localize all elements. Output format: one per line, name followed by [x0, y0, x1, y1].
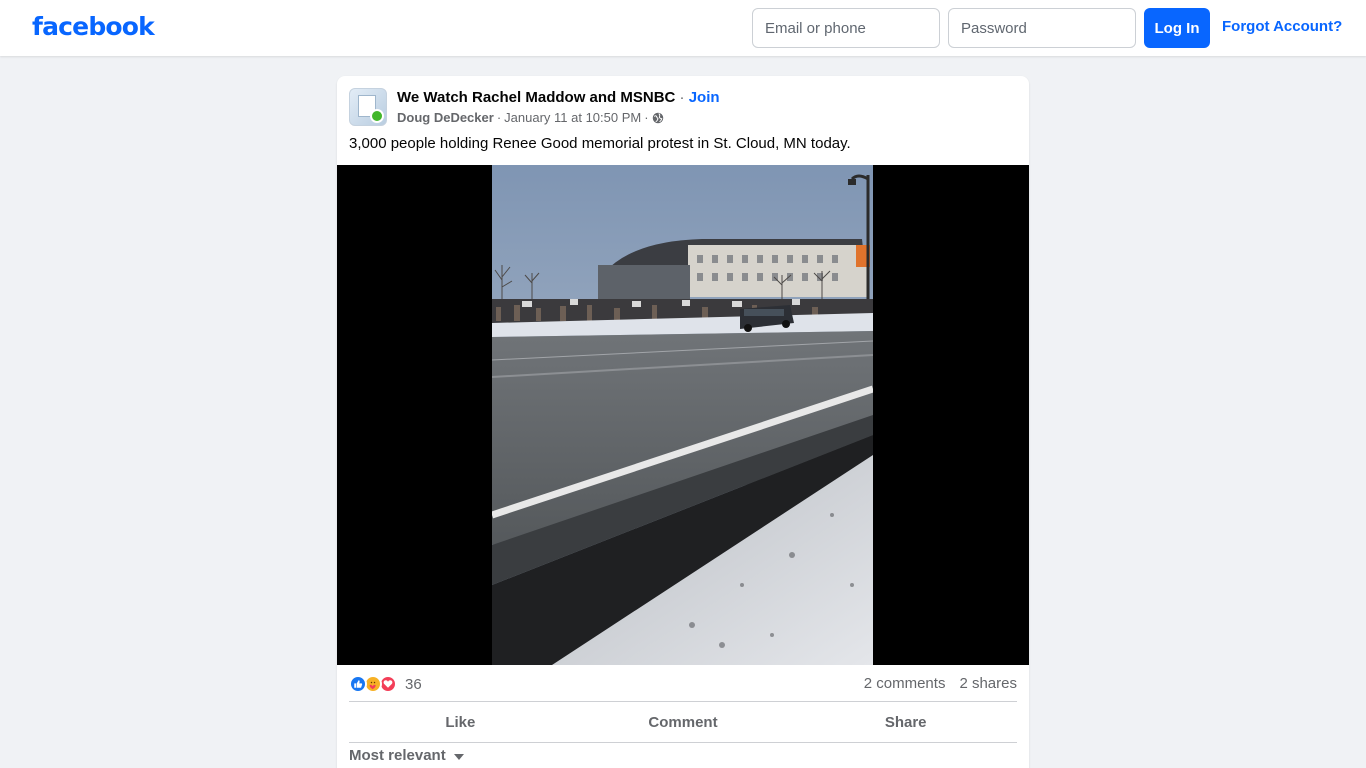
- like-button[interactable]: Like: [349, 703, 572, 741]
- comment-button[interactable]: Comment: [572, 703, 795, 741]
- share-button[interactable]: Share: [794, 703, 1017, 741]
- post-timestamp[interactable]: January 11 at 10:50 PM: [504, 110, 641, 125]
- avatar-badge-icon: [370, 109, 384, 123]
- reaction-summary[interactable]: 36: [349, 673, 422, 695]
- join-group-link[interactable]: Join: [689, 89, 720, 106]
- divider: [349, 701, 1017, 702]
- video-player[interactable]: [337, 165, 1029, 665]
- password-input[interactable]: [948, 8, 1136, 48]
- facebook-logo[interactable]: facebook: [32, 12, 155, 41]
- video-frame: [492, 165, 873, 665]
- like-reaction-icon: [349, 675, 367, 693]
- globe-icon: [652, 112, 663, 123]
- reaction-count: 36: [405, 675, 422, 693]
- post-action-bar: Like Comment Share: [349, 703, 1017, 741]
- shares-count-link[interactable]: 2 shares: [959, 675, 1017, 692]
- caret-down-icon: [453, 754, 464, 760]
- email-input[interactable]: [752, 8, 940, 48]
- forgot-account-link[interactable]: Forgot Account?: [1222, 18, 1342, 35]
- top-navigation-bar: facebook Log In Forgot Account?: [0, 0, 1366, 56]
- group-name-link[interactable]: We Watch Rachel Maddow and MSNBC: [397, 89, 675, 106]
- author-link[interactable]: Doug DeDecker: [397, 110, 494, 125]
- post-stats: 2 comments 2 shares: [864, 675, 1017, 692]
- comments-count-link[interactable]: 2 comments: [864, 675, 946, 692]
- post-header: We Watch Rachel Maddow and MSNBC · Join: [397, 89, 720, 106]
- login-button[interactable]: Log In: [1144, 8, 1210, 48]
- separator-dot: ·: [644, 110, 649, 125]
- sort-label: Most relevant: [349, 747, 446, 764]
- post-meta: Doug DeDecker · January 11 at 10:50 PM ·: [397, 110, 664, 125]
- separator-dot: ·: [496, 110, 502, 125]
- group-avatar[interactable]: [349, 88, 387, 126]
- post-card: We Watch Rachel Maddow and MSNBC · Join …: [337, 76, 1029, 768]
- comment-sort-dropdown[interactable]: Most relevant: [349, 747, 464, 764]
- divider: [349, 742, 1017, 743]
- separator-dot: ·: [675, 89, 689, 106]
- post-text: 3,000 people holding Renee Good memorial…: [349, 135, 851, 152]
